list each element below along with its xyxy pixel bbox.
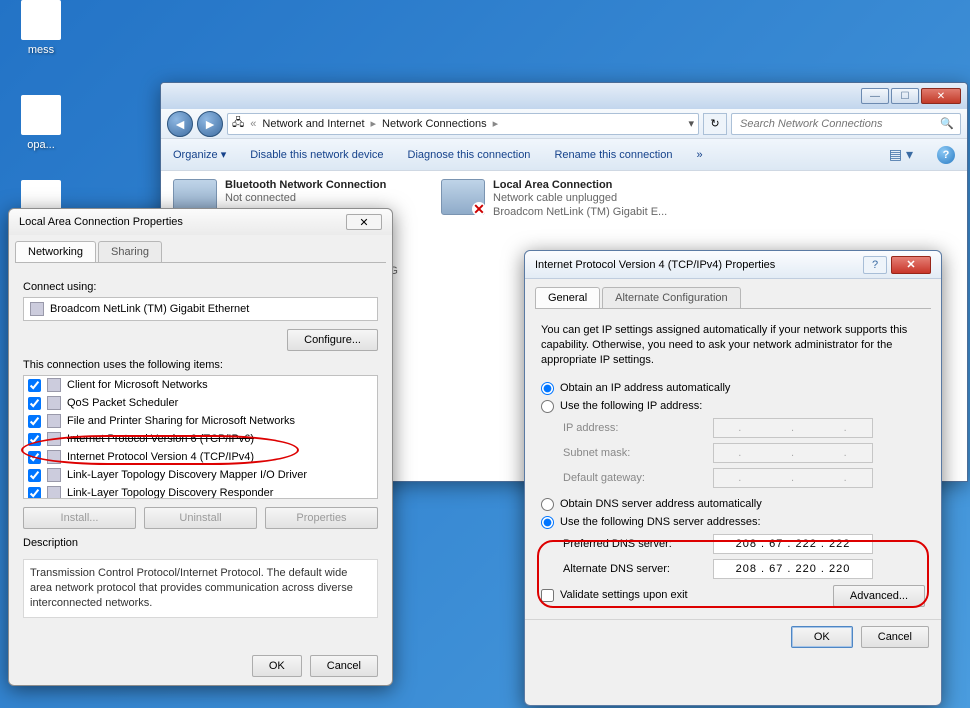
install-button[interactable]: Install... xyxy=(23,507,136,529)
component-icon xyxy=(47,414,61,428)
desktop-icon[interactable]: opa... xyxy=(6,95,76,151)
cancel-button[interactable]: Cancel xyxy=(310,655,378,677)
address-bar[interactable]: 🖧 « Network and Internet ▸ Network Conne… xyxy=(227,113,699,135)
view-button[interactable]: ▤ ▾ xyxy=(889,146,913,163)
ok-button[interactable]: OK xyxy=(252,655,302,677)
rename-button[interactable]: Rename this connection xyxy=(554,149,672,161)
back-button[interactable]: ◄ xyxy=(167,111,193,137)
component-icon xyxy=(47,432,61,446)
uninstall-button[interactable]: Uninstall xyxy=(144,507,257,529)
chevron-down-icon[interactable]: ▾ xyxy=(688,117,694,130)
maximize-button[interactable]: ☐ xyxy=(891,88,919,104)
component-icon xyxy=(47,468,61,482)
list-item: Link-Layer Topology Discovery Mapper I/O… xyxy=(24,466,377,484)
radio-manual-dns[interactable]: Use the following DNS server addresses: xyxy=(541,516,925,529)
ok-button[interactable]: OK xyxy=(791,626,853,648)
tab-networking[interactable]: Networking xyxy=(15,241,96,262)
breadcrumb[interactable]: Network and Internet xyxy=(262,118,364,130)
component-icon xyxy=(47,450,61,464)
description-label: Description xyxy=(23,537,378,549)
list-item: QoS Packet Scheduler xyxy=(24,394,377,412)
desktop-icon[interactable]: mess xyxy=(6,0,76,56)
cancel-button[interactable]: Cancel xyxy=(861,626,929,648)
breadcrumb[interactable]: Network Connections xyxy=(382,118,487,130)
list-item: Internet Protocol Version 6 (TCP/IPv6) xyxy=(24,430,377,448)
properties-button[interactable]: Properties xyxy=(265,507,378,529)
subnet-mask-field: ... xyxy=(713,443,873,463)
close-button[interactable]: ✕ xyxy=(891,256,931,274)
network-icon: 🖧 xyxy=(232,114,244,133)
dialog-title: Local Area Connection Properties ✕ xyxy=(9,209,392,235)
list-item-ipv4: Internet Protocol Version 4 (TCP/IPv4) xyxy=(24,448,377,466)
window-titlebar: — ☐ ✕ xyxy=(161,83,967,109)
configure-button[interactable]: Configure... xyxy=(287,329,378,351)
connect-using-label: Connect using: xyxy=(23,281,378,293)
ip-address-field: ... xyxy=(713,418,873,438)
forward-button[interactable]: ► xyxy=(197,111,223,137)
help-button[interactable]: ? xyxy=(863,256,887,274)
connection-icon xyxy=(441,179,485,215)
list-item: Link-Layer Topology Discovery Responder xyxy=(24,484,377,499)
adapter-icon xyxy=(30,302,44,316)
items-listbox[interactable]: Client for Microsoft Networks QoS Packet… xyxy=(23,375,378,499)
list-item: Client for Microsoft Networks xyxy=(24,376,377,394)
radio-auto-dns[interactable]: Obtain DNS server address automatically xyxy=(541,498,925,511)
search-icon: 🔍 xyxy=(940,117,954,130)
more-commands-button[interactable]: » xyxy=(696,149,702,161)
preferred-dns-field[interactable]: 208 . 67 . 222 . 222 xyxy=(713,534,873,554)
organize-button[interactable]: Organize ▾ xyxy=(173,148,226,161)
help-button[interactable]: ? xyxy=(937,146,955,164)
diagnose-button[interactable]: Diagnose this connection xyxy=(408,149,531,161)
radio-manual-ip[interactable]: Use the following IP address: xyxy=(541,400,925,413)
lan-properties-dialog: Local Area Connection Properties ✕ Netwo… xyxy=(8,208,393,686)
description-text: Transmission Control Protocol/Internet P… xyxy=(23,559,378,618)
component-icon xyxy=(47,378,61,392)
minimize-button[interactable]: — xyxy=(861,88,889,104)
alternate-dns-field[interactable]: 208 . 67 . 220 . 220 xyxy=(713,559,873,579)
tab-sharing[interactable]: Sharing xyxy=(98,241,162,262)
nav-bar: ◄ ► 🖧 « Network and Internet ▸ Network C… xyxy=(161,109,967,139)
ipv4-description: You can get IP settings assigned automat… xyxy=(541,323,925,368)
command-bar: Organize ▾ Disable this network device D… xyxy=(161,139,967,171)
tab-general[interactable]: General xyxy=(535,287,600,308)
radio-auto-ip[interactable]: Obtain an IP address automatically xyxy=(541,382,925,395)
refresh-button[interactable]: ↻ xyxy=(703,113,727,135)
close-button[interactable]: ✕ xyxy=(346,214,382,230)
advanced-button[interactable]: Advanced... xyxy=(833,585,925,607)
dialog-title: Internet Protocol Version 4 (TCP/IPv4) P… xyxy=(525,251,941,279)
search-input[interactable]: 🔍 xyxy=(731,113,961,135)
component-icon xyxy=(47,486,61,499)
component-icon xyxy=(47,396,61,410)
list-item: File and Printer Sharing for Microsoft N… xyxy=(24,412,377,430)
ipv4-properties-dialog: Internet Protocol Version 4 (TCP/IPv4) P… xyxy=(524,250,942,706)
uses-items-label: This connection uses the following items… xyxy=(23,359,378,371)
tab-alternate-config[interactable]: Alternate Configuration xyxy=(602,287,741,308)
disable-device-button[interactable]: Disable this network device xyxy=(250,149,383,161)
connection-item-lan[interactable]: Local Area ConnectionNetwork cable unplu… xyxy=(441,179,691,220)
close-button[interactable]: ✕ xyxy=(921,88,961,104)
adapter-box: Broadcom NetLink (TM) Gigabit Ethernet xyxy=(23,297,378,321)
default-gateway-field: ... xyxy=(713,468,873,488)
